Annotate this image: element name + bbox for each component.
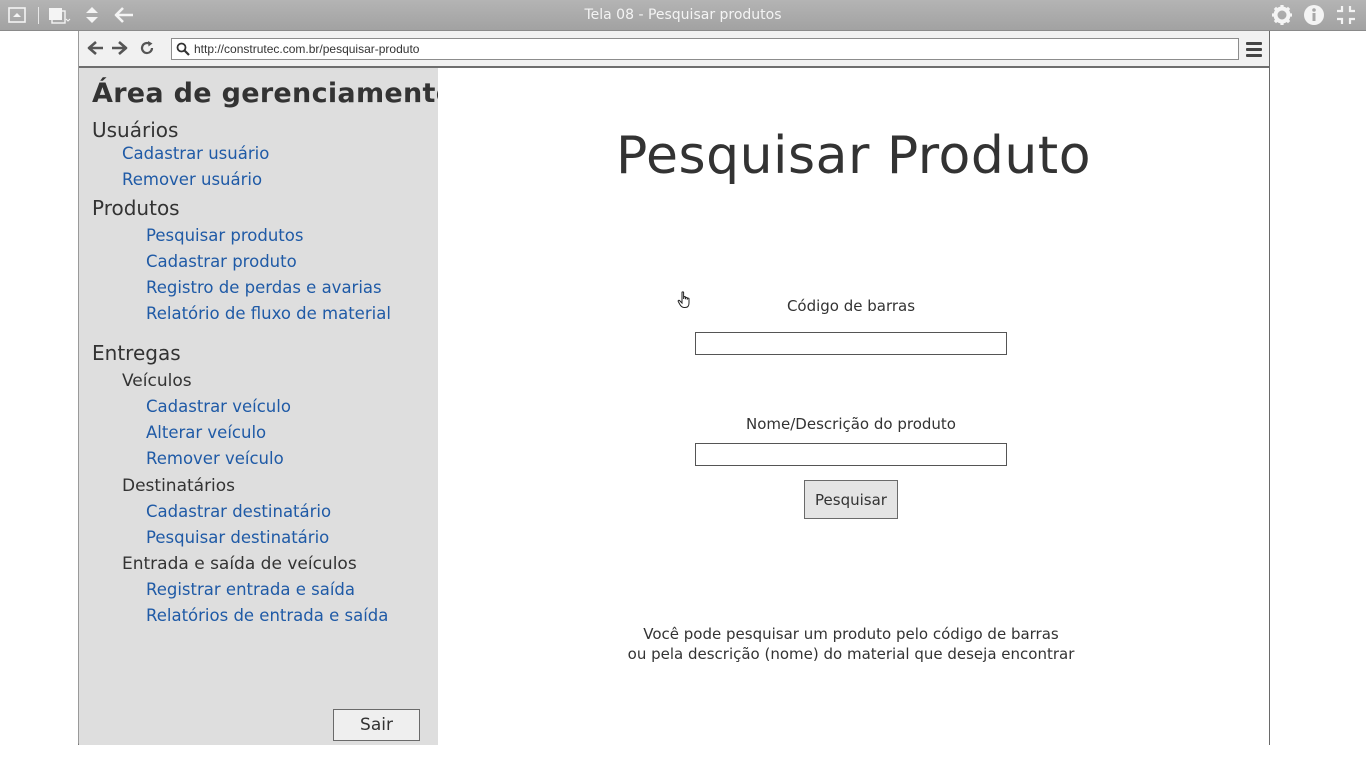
link-remover-usuario[interactable]: Remover usuário <box>122 170 262 189</box>
description-label: Nome/Descrição do produto <box>746 415 956 433</box>
description-input[interactable] <box>695 443 1007 466</box>
browser-forward-icon[interactable] <box>108 37 130 59</box>
section-heading-entregas: Entregas <box>92 341 181 365</box>
subsection-veiculos: Veículos <box>122 371 192 391</box>
main-content: Pesquisar Produto Código de barras Nome/… <box>438 68 1269 745</box>
window-title: Tela 08 - Pesquisar produtos <box>584 7 782 23</box>
logout-button[interactable]: Sair <box>333 709 420 741</box>
link-pesquisar-produtos[interactable]: Pesquisar produtos <box>146 226 303 245</box>
address-bar[interactable] <box>171 38 1239 60</box>
link-remover-veiculo[interactable]: Remover veículo <box>146 449 284 468</box>
link-alterar-veiculo[interactable]: Alterar veículo <box>146 423 266 442</box>
browser-window: Área de gerenciamento Usuários Cadastrar… <box>78 31 1270 745</box>
link-relatorios-entrada-saida[interactable]: Relatórios de entrada e saída <box>146 606 388 625</box>
link-registro-perdas[interactable]: Registro de perdas e avarias <box>146 278 382 297</box>
subsection-destinatarios: Destinatários <box>122 476 236 496</box>
search-button[interactable]: Pesquisar <box>804 480 898 519</box>
section-heading-usuarios: Usuários <box>92 118 179 142</box>
search-icon <box>172 39 194 59</box>
url-input[interactable] <box>194 40 1234 58</box>
link-cadastrar-produto[interactable]: Cadastrar produto <box>146 252 297 271</box>
link-cadastrar-destinatario[interactable]: Cadastrar destinatário <box>146 502 331 521</box>
link-pesquisar-destinatario[interactable]: Pesquisar destinatário <box>146 528 329 547</box>
browser-back-icon[interactable] <box>85 37 107 59</box>
section-heading-produtos: Produtos <box>92 196 180 220</box>
help-text-line-1: Você pode pesquisar um produto pelo códi… <box>643 625 1059 643</box>
link-relatorio-fluxo[interactable]: Relatório de fluxo de material <box>146 304 391 323</box>
link-registrar-entrada-saida[interactable]: Registrar entrada e saída <box>146 580 355 599</box>
browser-nav-bar <box>79 31 1269 68</box>
help-text-line-2: ou pela descrição (nome) do material que… <box>627 645 1075 663</box>
subsection-entrada-saida: Entrada e saída de veículos <box>122 554 357 574</box>
barcode-label: Código de barras <box>786 297 916 315</box>
help-text: Você pode pesquisar um produto pelo códi… <box>438 624 1264 664</box>
sidebar-title: Área de gerenciamento <box>92 78 455 109</box>
fullscreen-icon[interactable] <box>1334 4 1358 26</box>
browser-reload-icon[interactable] <box>136 37 158 59</box>
gear-icon[interactable] <box>1270 4 1294 26</box>
sidebar: Área de gerenciamento Usuários Cadastrar… <box>79 68 454 745</box>
info-icon[interactable] <box>1302 4 1326 26</box>
barcode-input[interactable] <box>695 332 1007 355</box>
window-titlebar: Tela 08 - Pesquisar produtos <box>0 0 1366 31</box>
link-cadastrar-veiculo[interactable]: Cadastrar veículo <box>146 397 291 416</box>
hamburger-menu-icon[interactable] <box>1244 39 1264 59</box>
link-cadastrar-usuario[interactable]: Cadastrar usuário <box>122 144 269 163</box>
page-title: Pesquisar Produto <box>615 126 1092 186</box>
